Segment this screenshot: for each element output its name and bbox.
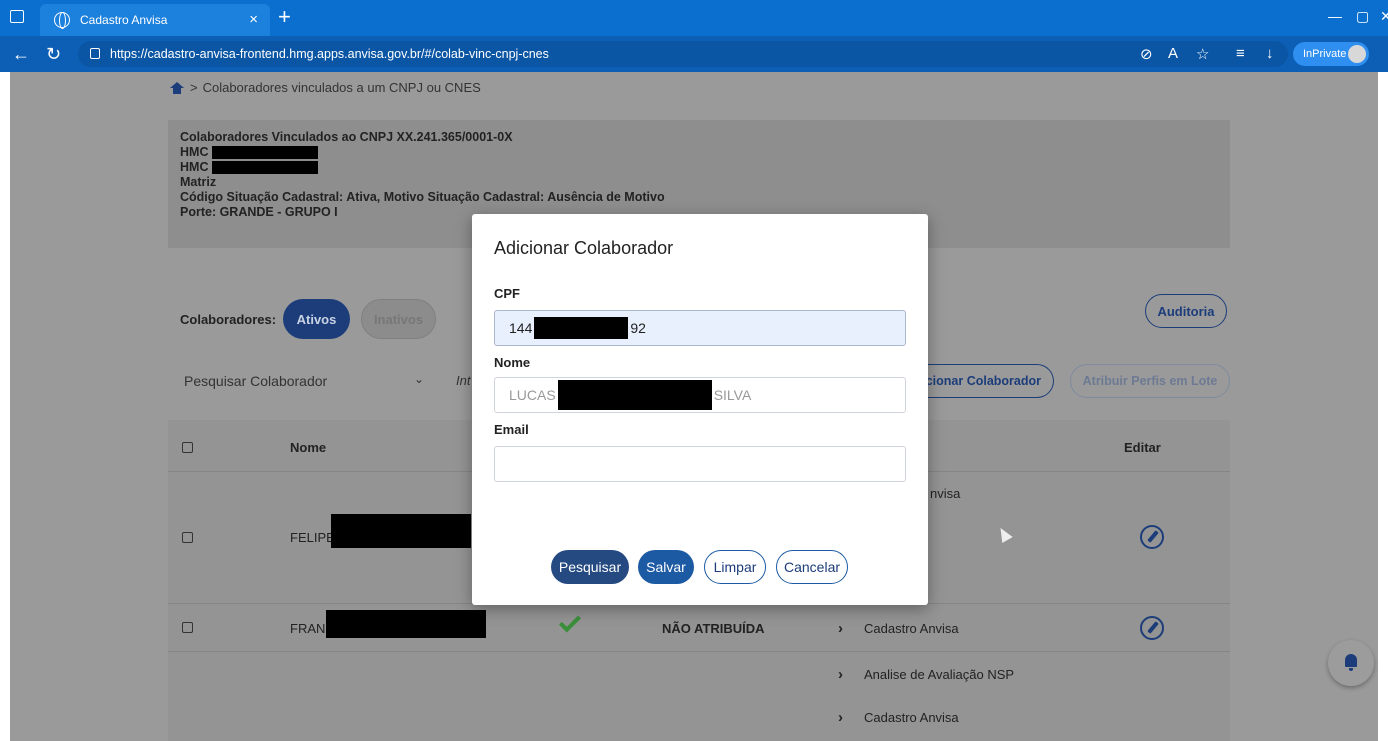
inativos-button[interactable]: Inativos <box>361 299 436 339</box>
chevron-down-icon: ⌄ <box>413 372 424 386</box>
cpf-suffix: 92 <box>630 320 646 336</box>
nome-label: Nome <box>494 355 531 370</box>
sub-item-perfil: Analise de Avaliação NSP <box>864 667 1015 682</box>
info-situacao: Código Situação Cadastral: Ativa, Motivo… <box>180 190 665 204</box>
breadcrumb-separator: > <box>190 80 198 95</box>
search-type-select[interactable]: Pesquisar Colaborador ⌄ <box>168 362 438 400</box>
url-field[interactable]: https://cadastro-anvisa-frontend.hmg.app… <box>78 41 1288 67</box>
nome-suffix: SILVA <box>713 387 752 403</box>
nome-prefix: LUCAS <box>509 387 556 403</box>
info-name-2: HMC <box>180 160 209 174</box>
chevron-right-icon[interactable]: › <box>838 666 843 683</box>
read-aloud-icon[interactable]: A <box>1168 45 1178 62</box>
email-label: Email <box>494 422 529 437</box>
notifications-button[interactable] <box>1328 640 1374 686</box>
sub-item-perfil: Cadastro Anvisa <box>864 710 959 725</box>
home-icon[interactable] <box>170 81 184 94</box>
favorite-star-icon[interactable]: ☆ <box>1196 45 1209 63</box>
back-icon[interactable]: ← <box>12 44 30 65</box>
info-cnpj: Colaboradores Vinculados ao CNPJ XX.241.… <box>180 130 513 144</box>
minimize-button[interactable]: — <box>1328 8 1342 24</box>
limpar-button[interactable]: Limpar <box>704 550 766 584</box>
tab-actions-icon[interactable] <box>10 10 24 23</box>
chevron-right-icon[interactable]: › <box>838 709 843 726</box>
row-checkbox[interactable] <box>182 622 193 633</box>
adicionar-colaborador-modal: Adicionar Colaborador CPF 144 92 Nome LU… <box>472 214 928 605</box>
url-text: https://cadastro-anvisa-frontend.hmg.app… <box>110 47 549 61</box>
search-input[interactable]: Int <box>456 373 470 388</box>
row-name: FELIPE <box>290 530 335 545</box>
tracking-icon[interactable]: ⊘ <box>1140 45 1153 63</box>
address-bar-row: ← ↻ https://cadastro-anvisa-frontend.hmg… <box>0 36 1388 72</box>
refresh-icon[interactable]: ↻ <box>46 44 61 65</box>
edit-icon[interactable] <box>1140 616 1164 640</box>
salvar-button[interactable]: Salvar <box>638 550 694 584</box>
inprivate-label: InPrivate <box>1303 48 1347 60</box>
cpf-field[interactable]: 144 92 <box>494 310 906 346</box>
lock-icon <box>90 48 100 59</box>
edit-icon[interactable] <box>1140 525 1164 549</box>
check-icon <box>559 610 581 633</box>
ativos-button[interactable]: Ativos <box>283 299 350 339</box>
search-select-value: Pesquisar Colaborador <box>184 373 328 389</box>
breadcrumb: > Colaboradores vinculados a um CNPJ ou … <box>170 80 481 95</box>
browser-tab-bar: Cadastro Anvisa × + — ▢ ✕ <box>0 0 1388 36</box>
tab-close-icon[interactable]: × <box>249 11 258 28</box>
downloads-icon[interactable]: ↓ <box>1266 45 1274 62</box>
close-window-button[interactable]: ✕ <box>1380 8 1388 25</box>
nome-field[interactable]: LUCAS SILVA <box>494 377 906 413</box>
email-field[interactable] <box>494 446 906 482</box>
add-colaborador-button[interactable]: cionar Colaborador <box>908 364 1054 398</box>
header-nome: Nome <box>290 440 327 455</box>
cpf-label: CPF <box>494 286 520 301</box>
cancelar-button[interactable]: Cancelar <box>776 550 848 584</box>
browser-tab[interactable]: Cadastro Anvisa × <box>40 4 270 36</box>
row-situacao: NÃO ATRIBUÍDA <box>662 621 765 636</box>
auditoria-button[interactable]: Auditoria <box>1145 294 1227 328</box>
restore-button[interactable]: ▢ <box>1356 8 1369 25</box>
row-name: FRAN <box>290 621 326 636</box>
avatar <box>1348 45 1366 63</box>
cpf-prefix: 144 <box>509 320 533 336</box>
new-tab-button[interactable]: + <box>278 4 291 30</box>
breadcrumb-current: Colaboradores vinculados a um CNPJ ou CN… <box>202 80 481 95</box>
modal-title: Adicionar Colaborador <box>494 238 674 258</box>
row-perfil-fragment: nvisa <box>930 486 961 501</box>
colaboradores-label: Colaboradores: <box>180 312 277 327</box>
row-checkbox[interactable] <box>182 532 193 543</box>
tab-title: Cadastro Anvisa <box>80 13 168 27</box>
header-editar: Editar <box>1124 440 1161 455</box>
globe-icon <box>54 12 70 29</box>
favorites-icon[interactable]: ≡ <box>1236 45 1245 62</box>
atribuir-perfis-lote-button[interactable]: Atribuir Perfis em Lote <box>1070 364 1230 398</box>
row-perfil: Cadastro Anvisa <box>864 621 959 636</box>
select-all-checkbox[interactable] <box>182 442 193 453</box>
inprivate-badge[interactable]: InPrivate <box>1293 42 1369 66</box>
info-matriz: Matriz <box>180 175 217 189</box>
chevron-right-icon[interactable]: › <box>838 620 843 637</box>
pesquisar-button[interactable]: Pesquisar <box>551 550 629 584</box>
info-name-1: HMC <box>180 145 209 159</box>
bell-icon <box>1345 654 1357 667</box>
